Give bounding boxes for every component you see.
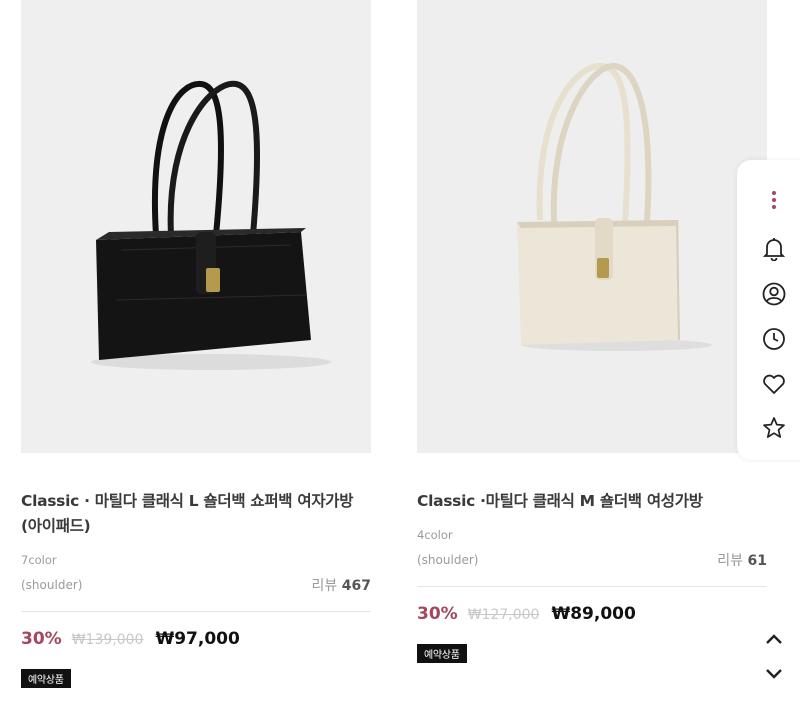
heart-icon[interactable] xyxy=(761,371,787,397)
clock-icon[interactable] xyxy=(761,326,787,352)
price-row: 30% ₩127,000 ₩89,000 xyxy=(417,604,767,624)
product-title[interactable]: Classic · 마틸다 클래식 L 숄더백 쇼퍼백 여자가방 (아이패드) xyxy=(21,489,371,539)
sale-price: ₩89,000 xyxy=(551,604,636,624)
product-title[interactable]: Classic ·마틸다 클래식 M 숄더백 여성가방 xyxy=(417,489,767,514)
chevron-up-icon[interactable] xyxy=(760,625,788,653)
product-image-2[interactable] xyxy=(417,0,767,453)
discount-rate: 30% xyxy=(417,604,458,624)
original-price: ₩127,000 xyxy=(467,607,540,623)
bell-icon[interactable] xyxy=(761,236,787,262)
product-card-1[interactable]: Classic · 마틸다 클래식 L 숄더백 쇼퍼백 여자가방 (아이패드) … xyxy=(21,0,371,688)
product-card-2[interactable]: Classic ·마틸다 클래식 M 숄더백 여성가방 4color (shou… xyxy=(417,0,767,663)
review-count: 리뷰 467 xyxy=(311,578,371,594)
product-category: (shoulder) xyxy=(21,578,83,592)
quick-menu-panel xyxy=(737,160,800,460)
price-row: 30% ₩139,000 ₩97,000 xyxy=(21,629,371,649)
preorder-badge: 예약상품 xyxy=(21,669,71,688)
original-price: ₩139,000 xyxy=(71,632,144,648)
user-icon[interactable] xyxy=(761,281,787,307)
chevron-down-icon[interactable] xyxy=(760,660,788,688)
star-icon[interactable] xyxy=(761,415,787,441)
divider xyxy=(21,611,371,612)
discount-rate: 30% xyxy=(21,629,62,649)
sale-price: ₩97,000 xyxy=(155,629,240,649)
product-category: (shoulder) xyxy=(417,553,479,567)
review-count: 리뷰 61 xyxy=(717,553,767,569)
more-vertical-icon[interactable] xyxy=(761,187,787,213)
color-count: 7color xyxy=(21,553,57,567)
preorder-badge: 예약상품 xyxy=(417,644,467,663)
product-image-1[interactable] xyxy=(21,0,371,453)
divider xyxy=(417,586,767,587)
color-count: 4color xyxy=(417,528,453,542)
